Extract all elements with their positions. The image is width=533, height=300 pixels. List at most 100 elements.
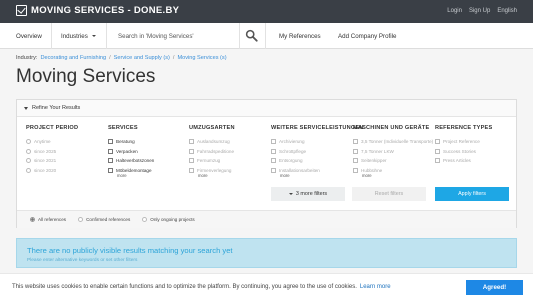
filter-option-label: Hubbühne — [361, 167, 383, 173]
checkbox[interactable] — [189, 139, 194, 145]
filter-option[interactable]: Archivierung — [271, 137, 364, 147]
checkbox[interactable] — [271, 139, 276, 145]
checkbox[interactable] — [435, 148, 440, 154]
filter-option[interactable]: since 2025 — [26, 147, 78, 157]
more-link[interactable]: more — [198, 173, 235, 178]
nav-industries[interactable]: Industries — [61, 33, 96, 40]
breadcrumb-item[interactable]: Decorating and Furnishing — [40, 55, 106, 61]
filter-option[interactable]: 7,5 Tonner LKW — [353, 147, 433, 157]
filter-option[interactable]: Auslandsumzug — [189, 137, 235, 147]
checkbox[interactable] — [108, 139, 113, 145]
more-link[interactable]: more — [117, 173, 154, 178]
filter-panel-header[interactable]: Refine Your Results — [17, 100, 516, 117]
search-icon[interactable] — [245, 29, 258, 42]
filter-option[interactable]: Success Stories — [435, 147, 492, 157]
more-link[interactable]: more — [280, 173, 364, 178]
nav-divider — [106, 23, 107, 49]
radio-button[interactable] — [26, 167, 31, 173]
filter-option[interactable]: Press Articles — [435, 156, 492, 166]
signup-link[interactable]: Sign Up — [469, 8, 490, 14]
filter-option-label: Halteverbotszonen — [116, 158, 155, 164]
filter-option-label: Installationsarbeiten — [279, 167, 320, 173]
brand-name: MOVING SERVICES - DONE.BY — [31, 5, 180, 16]
filter-option[interactable]: 3,5 Tonner (Individuelle Transporte) — [353, 137, 433, 147]
filter-column-umzugsarten: UMZUGSARTEN Auslandsumzug Fahrradspediti… — [189, 125, 235, 178]
filter-option[interactable]: Entsorgung — [271, 156, 364, 166]
radio-button[interactable] — [78, 217, 84, 222]
filter-panel: Refine Your Results PROJECT PERIOD Anyti… — [16, 99, 517, 228]
language-link[interactable]: English — [497, 8, 517, 14]
checkbox[interactable] — [189, 158, 194, 164]
checkbox[interactable] — [353, 167, 358, 173]
checkbox[interactable] — [435, 139, 440, 145]
filter-column-services: SERVICES Beratung Verpacken Halteverbots… — [108, 125, 154, 178]
filter-column-title: REFERENCE TYPES — [435, 125, 493, 131]
top-links: Login Sign Up English — [447, 8, 517, 14]
filter-option-label: Project Reference — [443, 139, 480, 145]
filter-option[interactable]: Schrottpflege — [271, 147, 364, 157]
nav-bar: Overview Industries Search in 'Moving Se… — [0, 23, 533, 49]
filter-option-label: since 2025 — [34, 148, 57, 154]
filter-option[interactable]: Beratung — [108, 137, 154, 147]
filter-option[interactable]: Halteverbotszonen — [108, 156, 154, 166]
radio-button[interactable] — [26, 148, 31, 154]
scope-option[interactable]: Only ongoing projects — [142, 217, 195, 222]
filter-option-label: Anytime — [34, 139, 51, 145]
nav-divider — [265, 23, 266, 49]
filter-option[interactable]: since 2020 — [26, 166, 78, 176]
brand-logo[interactable]: MOVING SERVICES - DONE.BY — [16, 5, 179, 16]
nav-my-references[interactable]: My References — [279, 33, 321, 40]
breadcrumb-item[interactable]: Moving Services (s) — [177, 55, 226, 61]
apply-filters-button[interactable]: Apply filters — [435, 187, 509, 201]
cookie-text: This website uses cookies to enable cert… — [12, 284, 357, 290]
checkbox[interactable] — [108, 158, 113, 164]
radio-button[interactable] — [26, 158, 31, 164]
filter-option-label: Fernumzug — [197, 158, 221, 164]
checkbox[interactable] — [353, 148, 358, 154]
checkbox[interactable] — [271, 167, 276, 173]
filter-option-label: Archivierung — [279, 139, 305, 145]
more-filters-button[interactable]: 3 more filters — [271, 187, 345, 201]
checkbox[interactable] — [435, 158, 440, 164]
checkbox[interactable] — [271, 158, 276, 164]
breadcrumb-separator: / — [172, 55, 175, 61]
filter-option[interactable]: Fernumzug — [189, 156, 235, 166]
accept-cookies-button[interactable]: Agreed! — [466, 280, 523, 295]
nav-add-company[interactable]: Add Company Profile — [338, 33, 396, 40]
more-link[interactable]: more — [362, 173, 433, 178]
checkbox[interactable] — [189, 167, 194, 173]
radio-button[interactable] — [26, 139, 31, 145]
learn-more-link[interactable]: Learn more — [360, 284, 391, 290]
filter-option[interactable]: Fahrradspeditione — [189, 147, 235, 157]
checkbox[interactable] — [271, 148, 276, 154]
filter-option[interactable]: Anytime — [26, 137, 78, 147]
filter-column-maschinen: MASCHINEN UND GERÄTE 3,5 Tonner (Individ… — [353, 125, 433, 178]
checkbox[interactable] — [108, 167, 113, 173]
checkbox[interactable] — [108, 148, 113, 154]
login-link[interactable]: Login — [447, 8, 462, 14]
radio-button[interactable] — [142, 217, 148, 222]
radio-button-selected[interactable] — [30, 217, 35, 222]
filter-option-label: Beratung — [116, 139, 135, 145]
reset-filters-button[interactable]: Reset filters — [352, 187, 426, 201]
nav-overview[interactable]: Overview — [16, 33, 42, 40]
scope-option[interactable]: All references — [30, 217, 66, 222]
nav-divider — [239, 23, 240, 49]
filter-option-label: since 2021 — [34, 158, 57, 164]
checkbox[interactable] — [353, 139, 358, 145]
filter-option[interactable]: Verpacken — [108, 147, 154, 157]
checkbox[interactable] — [353, 158, 358, 164]
filter-option[interactable]: since 2021 — [26, 156, 78, 166]
filter-option[interactable]: Project Reference — [435, 137, 492, 147]
scope-option-label: All references — [38, 217, 67, 222]
filter-panel-title: Refine Your Results — [32, 105, 81, 111]
scope-option[interactable]: Confirmed references — [78, 217, 130, 222]
chevron-down-icon — [91, 35, 96, 38]
caret-down-icon — [288, 193, 293, 195]
checkbox[interactable] — [189, 148, 194, 154]
search-input[interactable]: Search in 'Moving Services' — [118, 33, 194, 40]
filter-column-weitere-serviceleistungen: WEITERE SERVICELEISTUNGEN Archivierung S… — [271, 125, 364, 178]
filter-option[interactable]: Seitenkipper — [353, 156, 433, 166]
breadcrumb-item[interactable]: Service and Supply (s) — [114, 55, 170, 61]
filter-option-label: Seitenkipper — [361, 158, 387, 164]
